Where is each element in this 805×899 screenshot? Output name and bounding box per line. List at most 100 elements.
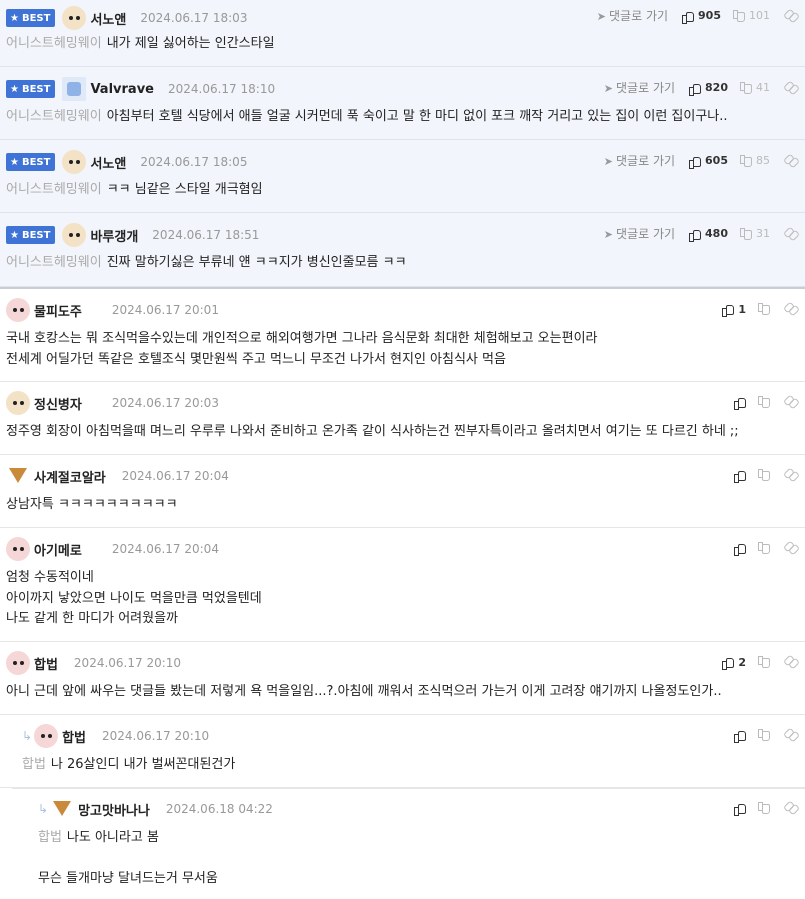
best-badge: ★ BEST bbox=[6, 9, 56, 27]
share-link-button[interactable] bbox=[784, 226, 797, 242]
downvote-button[interactable] bbox=[758, 396, 770, 408]
comment-date: 2024.06.18 04:22 bbox=[165, 802, 273, 816]
downvote-button[interactable] bbox=[758, 469, 770, 481]
downvote-button[interactable] bbox=[758, 542, 770, 554]
comment-body: 어니스트헤밍웨이 내가 제일 싫어하는 인간스타일 bbox=[6, 34, 275, 55]
fox-icon[interactable] bbox=[50, 797, 75, 821]
comment-header: ★ BEST Valvrave 2024.06.17 18:10 bbox=[6, 77, 275, 101]
downvote-button[interactable] bbox=[758, 729, 770, 741]
comment-date: 2024.06.17 18:51 bbox=[152, 228, 260, 242]
goto-comment-link[interactable]: ➤ 댓글로 가기 bbox=[604, 152, 675, 169]
upvote-count: 605 bbox=[705, 154, 728, 167]
nickname[interactable]: 서노앤 bbox=[90, 153, 126, 172]
comment-text: 내가 제일 싫어하는 인간스타일 bbox=[106, 36, 275, 51]
upvote-button[interactable]: 905 bbox=[682, 9, 721, 24]
comment-date: 2024.06.17 20:10 bbox=[101, 729, 210, 743]
share-link-button[interactable] bbox=[784, 8, 797, 24]
comment-header: 합법 2024.06.17 20:10 bbox=[6, 651, 181, 675]
comment-body: 정주영 회장이 아침먹을때 며느리 우루루 나와서 준비하고 온가족 같이 식사… bbox=[6, 422, 739, 443]
puppy-icon[interactable] bbox=[62, 6, 87, 30]
comment-date: 2024.06.17 20:04 bbox=[111, 542, 219, 556]
star-icon: ★ bbox=[10, 156, 19, 168]
nickname[interactable]: 물피도주 bbox=[34, 301, 82, 320]
best-comment: ★ BEST Valvrave 2024.06.17 18:10 어니스트헤밍웨이… bbox=[0, 67, 805, 140]
comment-body: 상남자특 ㅋㅋㅋㅋㅋㅋㅋㅋㅋㅋ bbox=[6, 495, 178, 516]
upvote-button[interactable]: 820 bbox=[689, 81, 728, 96]
comment-line: 나도 아니라고 봄 bbox=[66, 830, 159, 845]
comment-actions: 2 bbox=[722, 654, 797, 670]
upvote-button[interactable] bbox=[734, 542, 746, 556]
send-arrow-icon: ➤ bbox=[603, 155, 614, 168]
downvote-button[interactable]: 41 bbox=[740, 81, 770, 94]
link-icon bbox=[784, 153, 797, 166]
robot-icon[interactable] bbox=[62, 77, 87, 101]
upvote-button[interactable] bbox=[734, 396, 746, 410]
nickname[interactable]: 바루갱개 bbox=[90, 226, 138, 245]
nickname[interactable]: Valvrave bbox=[90, 82, 154, 97]
puppy-icon[interactable] bbox=[6, 391, 30, 415]
nickname[interactable]: 망고맛바나나 bbox=[78, 800, 150, 819]
reply-target: 어니스트헤밍웨이 bbox=[6, 36, 102, 51]
upvote-button[interactable] bbox=[734, 729, 746, 743]
share-link-button[interactable] bbox=[784, 727, 797, 743]
comment-header: 정신병자 2024.06.17 20:03 bbox=[6, 391, 219, 415]
downvote-button[interactable]: 31 bbox=[740, 227, 770, 240]
link-icon bbox=[784, 226, 797, 239]
thumbs-up-icon bbox=[689, 155, 702, 169]
face-icon[interactable] bbox=[34, 724, 59, 748]
comment: 정신병자 2024.06.17 20:03 정주영 회장이 아침먹을때 며느리 … bbox=[0, 382, 805, 455]
thumbs-down-icon bbox=[740, 81, 752, 94]
nickname[interactable]: 사계절코알라 bbox=[34, 467, 106, 486]
puppy-icon[interactable] bbox=[62, 223, 87, 247]
star-icon: ★ bbox=[10, 12, 19, 24]
puppy-icon[interactable] bbox=[62, 150, 87, 174]
comment-line: 상남자특 ㅋㅋㅋㅋㅋㅋㅋㅋㅋㅋ bbox=[6, 497, 178, 512]
share-link-button[interactable] bbox=[784, 800, 797, 816]
upvote-button[interactable]: 605 bbox=[689, 154, 728, 169]
nickname[interactable]: 합법 bbox=[34, 654, 58, 673]
comment-body: 합법 나 26살인디 내가 벌써꼰대된건가 bbox=[22, 755, 235, 776]
upvote-button[interactable]: 2 bbox=[722, 656, 746, 670]
upvote-button[interactable]: 1 bbox=[722, 303, 746, 317]
goto-comment-link[interactable]: ➤ 댓글로 가기 bbox=[604, 225, 675, 242]
face-icon[interactable] bbox=[6, 651, 30, 675]
share-link-button[interactable] bbox=[784, 467, 797, 483]
reply: ↳ 합법 2024.06.17 20:10 합법 나 26살인디 내가 벌써꼰대된… bbox=[0, 715, 805, 788]
share-link-button[interactable] bbox=[784, 80, 797, 96]
nickname[interactable]: 합법 bbox=[62, 727, 86, 746]
goto-comment-link[interactable]: ➤ 댓글로 가기 bbox=[597, 7, 668, 24]
thumbs-down-icon bbox=[740, 154, 752, 167]
comment-header: ★ BEST 바루갱개 2024.06.17 18:51 bbox=[6, 223, 260, 247]
upvote-button[interactable] bbox=[734, 469, 746, 483]
share-link-button[interactable] bbox=[784, 394, 797, 410]
comment-actions bbox=[734, 727, 797, 743]
comment-body: 엄청 수동적이네 아이까지 낳았으면 나이도 먹을만큼 먹었을텐데 나도 같게 … bbox=[6, 568, 262, 630]
thumbs-up-icon bbox=[722, 303, 735, 317]
comment-body: 국내 호캉스는 뭐 조식먹을수있는데 개인적으로 해외여행가면 그나라 음식문화… bbox=[6, 329, 597, 370]
comment-section: ★ BEST 서노앤 2024.06.17 18:03 어니스트헤밍웨이 내가 제일… bbox=[0, 0, 805, 899]
thumbs-up-icon bbox=[734, 396, 746, 410]
nickname[interactable]: 아기메로 bbox=[34, 540, 82, 559]
share-link-button[interactable] bbox=[784, 540, 797, 556]
nickname[interactable]: 정신병자 bbox=[34, 394, 82, 413]
face-icon[interactable] bbox=[6, 537, 30, 561]
upvote-count: 905 bbox=[698, 9, 721, 22]
face-icon[interactable] bbox=[6, 298, 30, 322]
downvote-button[interactable]: 85 bbox=[740, 154, 770, 167]
share-link-button[interactable] bbox=[784, 301, 797, 317]
share-link-button[interactable] bbox=[784, 153, 797, 169]
nickname[interactable]: 서노앤 bbox=[90, 9, 126, 28]
goto-comment-link[interactable]: ➤ 댓글로 가기 bbox=[604, 79, 675, 96]
share-link-button[interactable] bbox=[784, 654, 797, 670]
comment-header: 물피도주 2024.06.17 20:01 bbox=[6, 298, 219, 322]
comment-line: 나도 같게 한 마디가 어려웠을까 bbox=[6, 611, 179, 626]
downvote-button[interactable] bbox=[758, 303, 770, 315]
upvote-button[interactable]: 480 bbox=[689, 227, 728, 242]
downvote-button[interactable]: 101 bbox=[733, 9, 770, 22]
fox-icon[interactable] bbox=[6, 464, 30, 488]
downvote-button[interactable] bbox=[758, 656, 770, 668]
downvote-button[interactable] bbox=[758, 802, 770, 814]
upvote-button[interactable] bbox=[734, 802, 746, 816]
comment-line: 정주영 회장이 아침먹을때 며느리 우루루 나와서 준비하고 온가족 같이 식사… bbox=[6, 424, 739, 439]
reply-target: 어니스트헤밍웨이 bbox=[6, 182, 102, 197]
